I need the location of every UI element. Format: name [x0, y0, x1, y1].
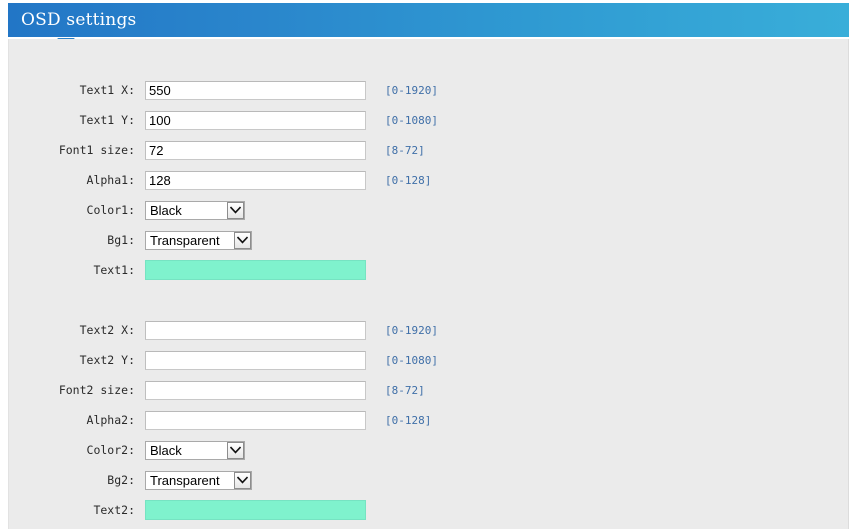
chevron-down-icon[interactable]	[227, 202, 244, 219]
label-text2-y: Text2 Y:	[9, 353, 145, 367]
settings-content-panel: Text1 X: [0-1920] Text1 Y: [0-1080] Font1 si…	[8, 39, 849, 529]
chevron-down-icon[interactable]	[234, 232, 251, 249]
label-alpha2: Alpha2:	[9, 413, 145, 427]
field-wrap-font1-size	[145, 141, 367, 160]
chevron-down-icon[interactable]	[234, 472, 251, 489]
form-row-text1-y: Text1 Y: [0-1080]	[9, 105, 848, 135]
select-value-color2: Black	[150, 443, 227, 458]
input-alpha2[interactable]	[145, 411, 366, 430]
field-wrap-color2: Black	[145, 441, 367, 460]
field-wrap-alpha1	[145, 171, 367, 190]
range-hint-font2-size: [8-72]	[385, 384, 425, 397]
select-bg1[interactable]: Transparent	[145, 231, 252, 250]
label-font1-size: Font1 size:	[9, 143, 145, 157]
field-wrap-color1: Black	[145, 201, 367, 220]
select-value-color1: Black	[150, 203, 227, 218]
select-value-bg2: Transparent	[150, 473, 234, 488]
field-wrap-alpha2	[145, 411, 367, 430]
form-row-alpha1: Alpha1: [0-128]	[9, 165, 848, 195]
field-wrap-text2-y	[145, 351, 367, 370]
field-wrap-font2-size	[145, 381, 367, 400]
form-row-color1: Color1: Black	[9, 195, 848, 225]
form-row-bg1: Bg1: Transparent	[9, 225, 848, 255]
range-hint-text2-x: [0-1920]	[385, 324, 438, 337]
range-hint-text1-y: [0-1080]	[385, 114, 438, 127]
label-alpha1: Alpha1:	[9, 173, 145, 187]
select-color2[interactable]: Black	[145, 441, 245, 460]
input-text1-y[interactable]	[145, 111, 366, 130]
input-text2-y[interactable]	[145, 351, 366, 370]
form-row-bg2: Bg2: Transparent	[9, 465, 848, 495]
select-value-bg1: Transparent	[150, 233, 234, 248]
input-font2-size[interactable]	[145, 381, 366, 400]
field-wrap-text1-x	[145, 81, 367, 100]
form-row-font1-size: Font1 size: [8-72]	[9, 135, 848, 165]
field-wrap-text2	[145, 500, 367, 520]
input-font1-size[interactable]	[145, 141, 366, 160]
range-hint-alpha2: [0-128]	[385, 414, 431, 427]
label-bg1: Bg1:	[9, 233, 145, 247]
label-text2: Text2:	[9, 503, 145, 517]
select-bg2[interactable]: Transparent	[145, 471, 252, 490]
chevron-down-icon[interactable]	[227, 442, 244, 459]
panel-header: OSD settings	[8, 3, 849, 38]
page-title: OSD settings	[21, 10, 136, 30]
header-bar: OSD settings	[8, 3, 849, 38]
input-text2[interactable]	[145, 500, 366, 520]
field-wrap-text2-x	[145, 321, 367, 340]
field-wrap-bg1: Transparent	[145, 231, 367, 250]
form-row-text1-x: Text1 X: [0-1920]	[9, 75, 848, 105]
input-text2-x[interactable]	[145, 321, 366, 340]
label-text2-x: Text2 X:	[9, 323, 145, 337]
input-alpha1[interactable]	[145, 171, 366, 190]
field-wrap-text1-y	[145, 111, 367, 130]
field-wrap-bg2: Transparent	[145, 471, 367, 490]
osd-settings-page: OSD settings Text1 X: [0-1920] Text1 Y: [0-…	[0, 0, 857, 529]
range-hint-font1-size: [8-72]	[385, 144, 425, 157]
field-wrap-text1	[145, 260, 367, 280]
input-text1[interactable]	[145, 260, 366, 280]
range-hint-alpha1: [0-128]	[385, 174, 431, 187]
label-color2: Color2:	[9, 443, 145, 457]
text2-group: Text2 X: [0-1920] Text2 Y: [0-1080] Font2 si…	[9, 315, 848, 525]
range-hint-text1-x: [0-1920]	[385, 84, 438, 97]
label-text1-y: Text1 Y:	[9, 113, 145, 127]
label-font2-size: Font2 size:	[9, 383, 145, 397]
form-row-font2-size: Font2 size: [8-72]	[9, 375, 848, 405]
label-bg2: Bg2:	[9, 473, 145, 487]
form-row-text2-x: Text2 X: [0-1920]	[9, 315, 848, 345]
range-hint-text2-y: [0-1080]	[385, 354, 438, 367]
form-row-alpha2: Alpha2: [0-128]	[9, 405, 848, 435]
form-row-text2: Text2:	[9, 495, 848, 525]
label-text1: Text1:	[9, 263, 145, 277]
form-row-text2-y: Text2 Y: [0-1080]	[9, 345, 848, 375]
input-text1-x[interactable]	[145, 81, 366, 100]
form-row-color2: Color2: Black	[9, 435, 848, 465]
label-text1-x: Text1 X:	[9, 83, 145, 97]
text1-group: Text1 X: [0-1920] Text1 Y: [0-1080] Font1 si…	[9, 75, 848, 285]
osd-settings-form: Text1 X: [0-1920] Text1 Y: [0-1080] Font1 si…	[9, 39, 848, 525]
label-color1: Color1:	[9, 203, 145, 217]
form-row-text1: Text1:	[9, 255, 848, 285]
select-color1[interactable]: Black	[145, 201, 245, 220]
